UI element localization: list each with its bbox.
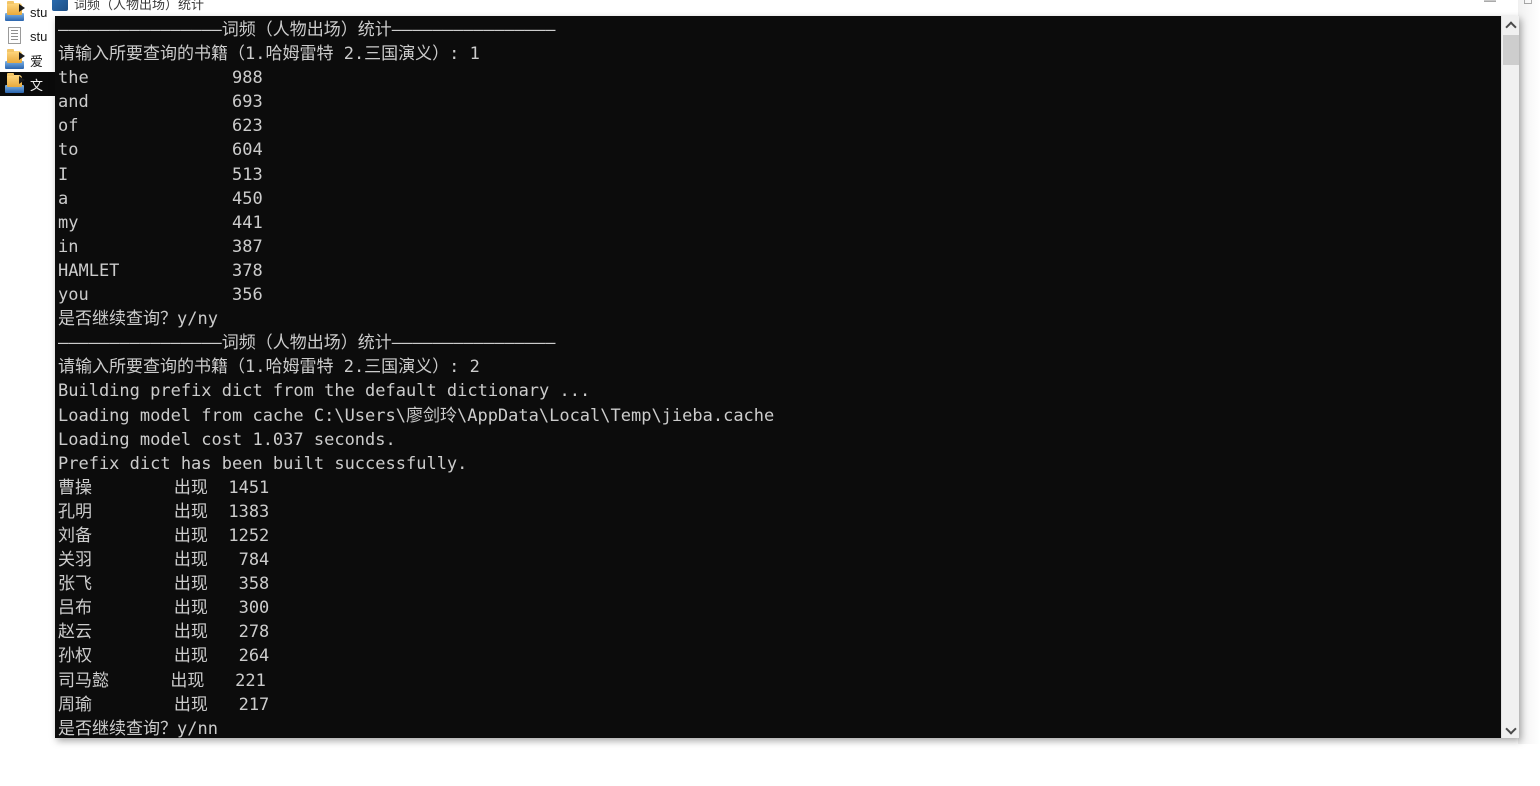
shortcut-icon <box>4 73 26 94</box>
desktop-icon-label: 爱 <box>30 53 44 69</box>
scroll-up-arrow-icon[interactable] <box>1502 16 1519 34</box>
background-window-title: 词频（人物出场）统计 <box>74 0 205 12</box>
console-data-row: 张飞 出现 358 <box>58 574 270 595</box>
console-data-row: 关羽 出现 784 <box>58 550 270 571</box>
console-log-line: Loading model cost 1.037 seconds. <box>58 429 396 450</box>
shortcut-icon <box>4 49 26 70</box>
shortcut-icon <box>4 1 26 22</box>
desktop-icon-item[interactable]: stu <box>0 24 62 48</box>
desktop-icon-item[interactable]: stu <box>0 0 62 24</box>
desktop-icon-item[interactable]: 文 <box>0 72 62 96</box>
maximize-button[interactable]: □ <box>1520 0 1536 6</box>
console-data-row: you 356 <box>58 285 263 306</box>
console-data-row: a 450 <box>58 188 263 209</box>
console-data-row: in 387 <box>58 236 263 257</box>
console-data-row: 孙权 出现 264 <box>58 646 270 667</box>
console-scrollbar[interactable] <box>1501 16 1519 738</box>
window-controls: — □ <box>1482 0 1536 6</box>
console-data-row: HAMLET 378 <box>58 260 263 281</box>
console-separator-line: ————————————————词频（人物出场）统计——————————————… <box>58 333 556 354</box>
console-log-line: Building prefix dict from the default di… <box>58 381 591 402</box>
console-window[interactable]: ————————————————词频（人物出场）统计——————————————… <box>55 16 1519 738</box>
console-data-row: of 623 <box>58 116 263 137</box>
console-data-row: 孔明 出现 1383 <box>58 501 270 522</box>
text-document-icon <box>4 26 26 46</box>
console-separator-line: ————————————————词频（人物出场）统计——————————————… <box>58 20 556 40</box>
console-data-row: 吕布 出现 300 <box>58 598 270 619</box>
console-data-row: 周瑜 出现 217 <box>58 694 270 715</box>
console-data-row: 刘备 出现 1252 <box>58 525 270 546</box>
scrollbar-track[interactable] <box>1502 34 1519 720</box>
console-data-row: my 441 <box>58 212 263 233</box>
desktop-icon-label: stu <box>30 4 48 20</box>
desktop-icon-list: stu stu 爱文 <box>0 0 62 96</box>
console-prompt-line: 请输入所要查询的书籍（1.哈姆雷特 2.三国演义）: 1 <box>58 44 480 65</box>
console-data-row: 赵云 出现 278 <box>58 622 270 643</box>
console-data-row: I 513 <box>58 164 263 185</box>
console-data-row: 曹操 出现 1451 <box>58 477 270 498</box>
minimize-button[interactable]: — <box>1482 0 1498 6</box>
desktop-icon-label: 文 <box>30 77 44 93</box>
desktop-icon-label: stu <box>30 28 48 44</box>
console-continue-line: 是否继续查询？y/nn <box>58 718 218 738</box>
screen: 词频（人物出场）统计 — □ stu stu 爱文 ————————————————… <box>0 0 1540 786</box>
console-prompt-line: 请输入所要查询的书籍（1.哈姆雷特 2.三国演义）: 2 <box>58 357 480 378</box>
desktop-background <box>0 744 1540 786</box>
console-log-line: Prefix dict has been built successfully. <box>58 453 468 474</box>
background-window-titlebar[interactable]: 词频（人物出场）统计 — □ <box>0 0 1540 14</box>
scroll-down-arrow-icon[interactable] <box>1502 720 1519 738</box>
desktop-icon-item[interactable]: 爱 <box>0 48 62 72</box>
console-data-row: and 693 <box>58 92 263 113</box>
console-output-text: ————————————————词频（人物出场）统计——————————————… <box>58 18 1483 738</box>
console-continue-line: 是否继续查询？y/ny <box>58 309 218 330</box>
scrollbar-thumb[interactable] <box>1503 35 1519 65</box>
console-data-row: to 604 <box>58 140 263 161</box>
console-data-row: 司马懿 出现 221 <box>58 670 266 691</box>
console-log-line: Loading model from cache C:\Users\廖剑玲\Ap… <box>58 405 775 426</box>
console-data-row: the 988 <box>58 68 263 89</box>
